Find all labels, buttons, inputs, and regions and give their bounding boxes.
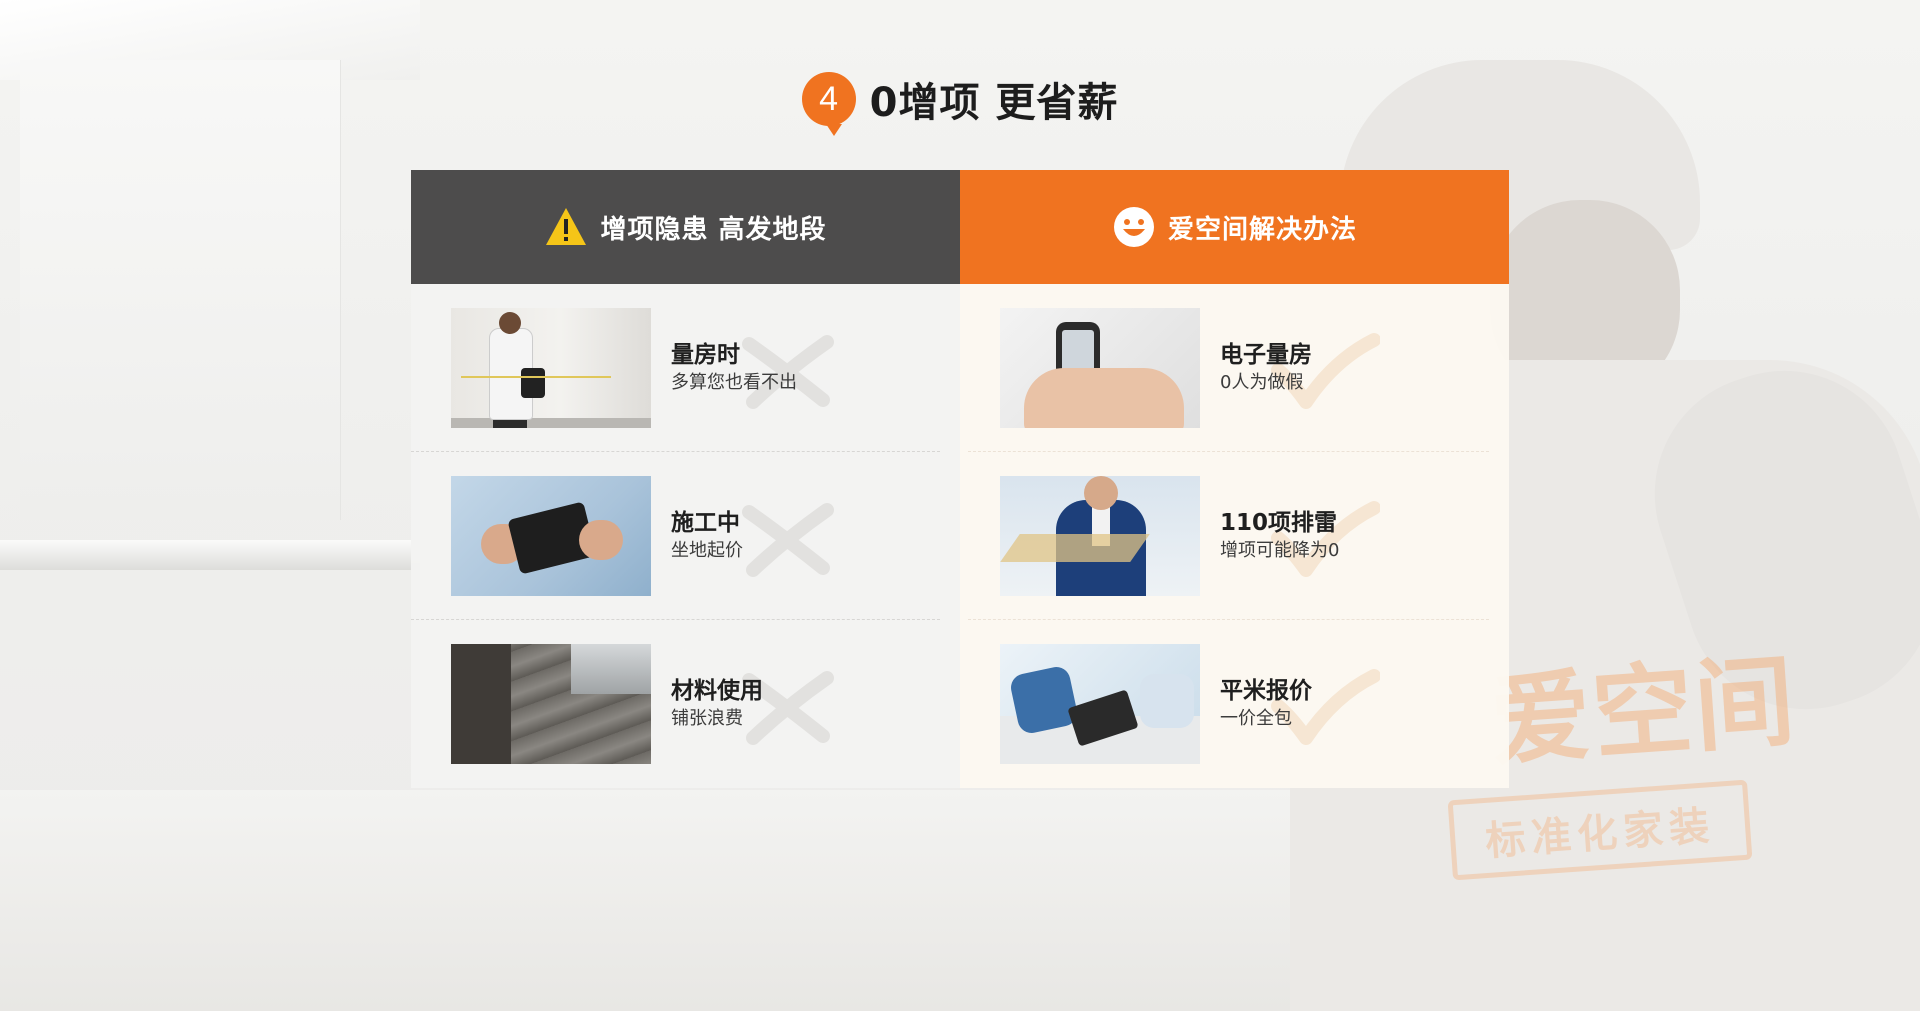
- cross-mark-icon: [742, 503, 834, 577]
- background-shelf: [0, 540, 420, 570]
- problem-subtitle: 铺张浪费: [671, 708, 743, 729]
- solution-title: 平米报价: [1220, 678, 1312, 704]
- solution-item: 110项排雷 增项可能降为0: [960, 452, 1509, 620]
- section-heading: 0增项 更省薪: [869, 80, 1119, 126]
- solutions-header: 爱空间解决办法: [960, 170, 1509, 284]
- problem-subtitle: 多算您也看不出: [671, 372, 797, 393]
- solutions-header-label: 爱空间解决办法: [1167, 214, 1357, 245]
- background-wall-panel: [20, 60, 341, 520]
- problem-subtitle: 坐地起价: [671, 540, 743, 561]
- tablet-meeting-photo: [1000, 644, 1200, 764]
- problem-item: 材料使用 铺张浪费: [411, 620, 960, 788]
- laser-meter-photo: [1000, 308, 1200, 428]
- problem-title: 施工中: [671, 510, 740, 536]
- warning-icon: [546, 208, 587, 245]
- problems-header: 增项隐患 高发地段: [411, 170, 960, 284]
- uniform-logo: 爱空间: [1486, 642, 1801, 781]
- comparison-panel: 增项隐患 高发地段 量房时 多算您也看不出 施工中 坐地起价 材料使用 铺张浪费…: [411, 170, 1509, 788]
- solution-item: 电子量房 0人为做假: [960, 284, 1509, 452]
- problem-item: 施工中 坐地起价: [411, 452, 960, 620]
- wallet-photo: [451, 476, 651, 596]
- solution-subtitle: 增项可能降为0: [1220, 540, 1340, 561]
- smiley-icon: [1113, 207, 1154, 247]
- problems-column: 增项隐患 高发地段 量房时 多算您也看不出 施工中 坐地起价 材料使用 铺张浪费: [411, 170, 960, 788]
- solution-title: 电子量房: [1220, 342, 1312, 368]
- solution-subtitle: 0人为做假: [1220, 372, 1304, 393]
- section-title: 4 0增项 更省薪: [0, 70, 1920, 136]
- solution-item: 平米报价 一价全包: [960, 620, 1509, 788]
- measuring-wall-photo: [451, 308, 651, 428]
- problem-item: 量房时 多算您也看不出: [411, 284, 960, 452]
- problems-header-label: 增项隐患 高发地段: [600, 214, 827, 245]
- problem-title: 材料使用: [671, 678, 763, 704]
- problem-title: 量房时: [671, 342, 740, 368]
- floor-materials-photo: [451, 644, 651, 764]
- solution-title: 110项排雷: [1220, 510, 1338, 536]
- section-number-badge: 4: [801, 72, 856, 136]
- floorplan-presentation-photo: [1000, 476, 1200, 596]
- solutions-column: 爱空间解决办法 电子量房 0人为做假 110项排雷 增项可能降为0 平米报价 一…: [960, 170, 1509, 788]
- solution-subtitle: 一价全包: [1220, 708, 1292, 729]
